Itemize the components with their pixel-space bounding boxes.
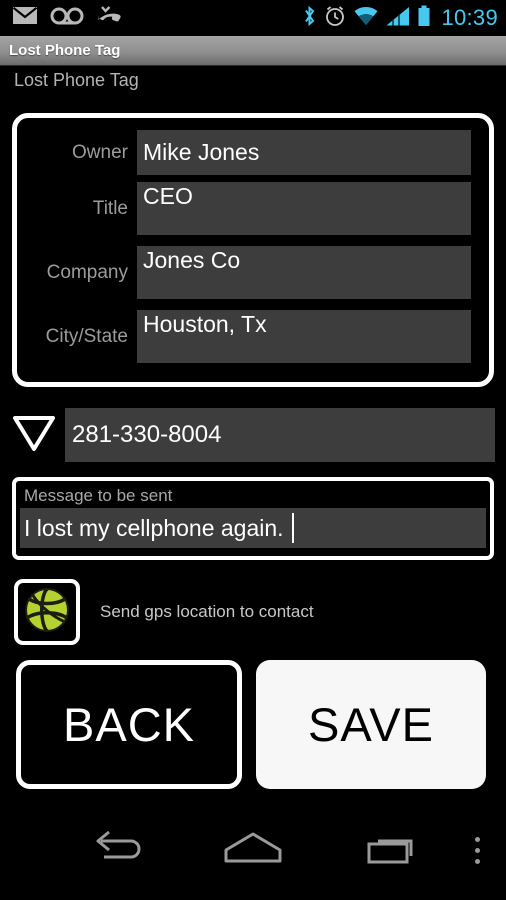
nav-recents-icon [367, 832, 423, 869]
status-bar-right-icons: 10:39 [302, 5, 506, 32]
phone-number-input[interactable]: 281-330-8004 [65, 408, 495, 462]
city-state-input[interactable]: Houston, Tx [137, 310, 471, 363]
status-bar-left-icons [0, 5, 122, 32]
phone-number-row: 281-330-8004 [0, 406, 506, 464]
field-row-company: Company Jones Co [17, 246, 489, 299]
gps-globe-icon [21, 584, 73, 641]
field-row-owner: Owner Mike Jones [17, 130, 489, 175]
message-input-value: I lost my cellphone again. [24, 514, 284, 541]
overflow-dot [474, 836, 480, 842]
field-row-title: Title CEO [17, 182, 489, 235]
label-title: Title [92, 197, 128, 219]
wifi-icon [353, 6, 379, 31]
text-caret [291, 513, 294, 543]
nav-home-icon [223, 832, 283, 869]
page-title: Lost Phone Tag [14, 70, 139, 90]
gps-option-row[interactable]: Send gps location to contact [0, 578, 506, 646]
field-row-city-state: City/State Houston, Tx [17, 310, 489, 363]
gps-option-label: Send gps location to contact [100, 602, 314, 621]
nav-recents-button[interactable] [360, 800, 430, 900]
system-navigation-bar [0, 800, 506, 900]
alarm-icon [324, 5, 346, 32]
nav-back-button[interactable] [80, 800, 150, 900]
battery-icon [417, 5, 431, 32]
overflow-dot [474, 858, 480, 864]
label-owner: Owner [72, 141, 128, 163]
company-input[interactable]: Jones Co [137, 246, 471, 299]
message-label: Message to be sent [24, 486, 173, 505]
app-title-bar: Lost Phone Tag [0, 36, 506, 66]
title-input[interactable]: CEO [137, 182, 471, 235]
message-card: Message to be sent I lost my cellphone a… [12, 477, 494, 560]
save-button[interactable]: SAVE [256, 660, 486, 789]
nav-back-icon [87, 830, 143, 870]
nav-home-button[interactable] [218, 800, 288, 900]
action-button-row: BACK SAVE [0, 660, 506, 790]
contact-info-card: Owner Mike Jones Title CEO Company Jones… [12, 113, 494, 387]
label-company: Company [46, 261, 128, 283]
mail-icon [12, 6, 38, 30]
missed-call-icon [96, 5, 122, 32]
status-bar-clock: 10:39 [441, 5, 498, 30]
phone-screen: 10:39 Lost Phone Tag Lost Phone Tag Owne… [0, 0, 506, 900]
bluetooth-icon [302, 5, 317, 32]
gps-icon-button[interactable] [14, 579, 80, 645]
back-button[interactable]: BACK [16, 660, 242, 789]
voicemail-icon [50, 7, 84, 30]
nav-overflow-button[interactable] [462, 800, 492, 900]
label-city-state: City/State [45, 325, 128, 347]
signal-icon [386, 6, 410, 31]
owner-input[interactable]: Mike Jones [137, 130, 471, 175]
nav-overflow-icon [474, 834, 480, 867]
app-title: Lost Phone Tag [9, 42, 121, 59]
overflow-dot [474, 847, 480, 853]
triangle-down-icon[interactable] [12, 413, 56, 458]
status-bar: 10:39 [0, 0, 506, 36]
message-input[interactable]: I lost my cellphone again. [20, 508, 486, 548]
